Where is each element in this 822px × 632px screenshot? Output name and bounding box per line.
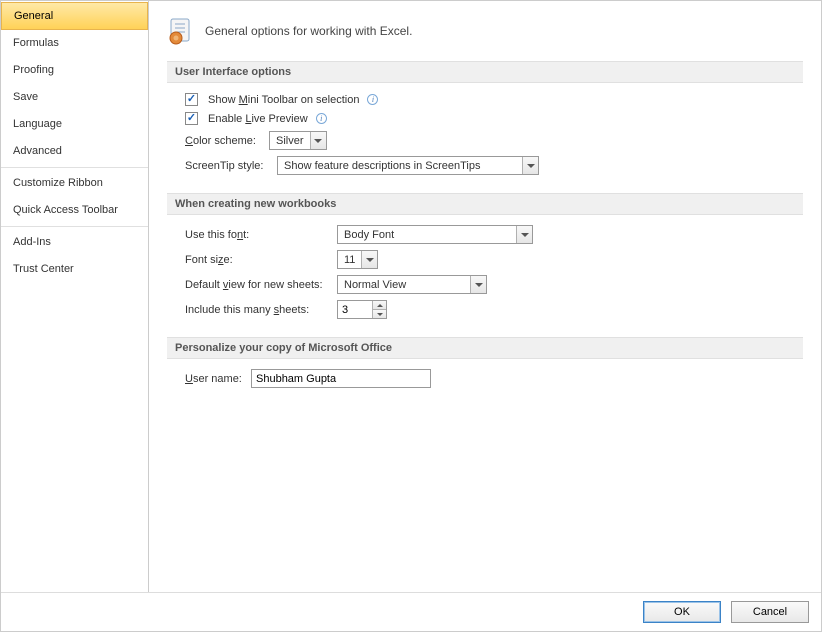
label-use-font: Use this font: (185, 229, 331, 241)
sidebar-item-proofing[interactable]: Proofing (1, 57, 148, 84)
info-icon[interactable]: i (367, 94, 378, 105)
checkbox-mini-toolbar[interactable] (185, 93, 198, 106)
select-value: Normal View (338, 279, 412, 291)
sidebar-item-label: Proofing (13, 64, 54, 76)
chevron-down-icon (522, 157, 538, 174)
input-user-name[interactable] (251, 369, 431, 388)
info-icon[interactable]: i (316, 113, 327, 124)
label-mini-toolbar: Show Mini Toolbar on selection (208, 94, 359, 106)
cancel-button[interactable]: Cancel (731, 601, 809, 623)
label-user-name: User name: (185, 373, 245, 385)
sidebar-item-label: Formulas (13, 37, 59, 49)
label-screentip: ScreenTip style: (185, 160, 271, 172)
spinner-up[interactable] (373, 301, 386, 310)
sidebar-item-label: Customize Ribbon (13, 177, 103, 189)
checkbox-live-preview[interactable] (185, 112, 198, 125)
sidebar-item-customize-ribbon[interactable]: Customize Ribbon (1, 170, 148, 197)
section-body-personalize: User name: (167, 369, 803, 400)
section-header-ui: User Interface options (167, 61, 803, 83)
sidebar-item-label: Save (13, 91, 38, 103)
sidebar-item-quick-access[interactable]: Quick Access Toolbar (1, 197, 148, 224)
sidebar-item-label: Trust Center (13, 263, 74, 275)
select-default-view[interactable]: Normal View (337, 275, 487, 294)
spinner-buttons (372, 301, 386, 318)
select-color-scheme[interactable]: Silver (269, 131, 327, 150)
select-font[interactable]: Body Font (337, 225, 533, 244)
section-header-newwb: When creating new workbooks (167, 193, 803, 215)
excel-options-dialog: General Formulas Proofing Save Language … (0, 0, 822, 632)
sidebar-item-label: Quick Access Toolbar (13, 204, 118, 216)
section-header-personalize: Personalize your copy of Microsoft Offic… (167, 337, 803, 359)
sidebar-item-trust-center[interactable]: Trust Center (1, 256, 148, 283)
chevron-down-icon (516, 226, 532, 243)
sidebar-separator (1, 226, 148, 227)
label-color-scheme: Color scheme: (185, 135, 263, 147)
sidebar-item-label: Add-Ins (13, 236, 51, 248)
select-font-size[interactable]: 11 (337, 250, 378, 269)
dialog-footer: OK Cancel (1, 592, 821, 631)
sidebar-item-addins[interactable]: Add-Ins (1, 229, 148, 256)
sidebar-item-general[interactable]: General (1, 2, 148, 30)
content-panel: General options for working with Excel. … (149, 1, 821, 592)
section-body-ui: Show Mini Toolbar on selection i Enable … (167, 93, 803, 187)
sidebar-item-label: Language (13, 118, 62, 130)
options-sidebar: General Formulas Proofing Save Language … (1, 1, 149, 592)
sidebar-separator (1, 167, 148, 168)
spinner-down[interactable] (373, 310, 386, 318)
chevron-down-icon (310, 132, 326, 149)
chevron-down-icon (361, 251, 377, 268)
sidebar-item-label: General (14, 10, 53, 22)
page-title: General options for working with Excel. (205, 24, 412, 38)
select-value: Silver (270, 135, 310, 147)
select-value: Show feature descriptions in ScreenTips (278, 160, 486, 172)
sidebar-item-formulas[interactable]: Formulas (1, 30, 148, 57)
sidebar-item-save[interactable]: Save (1, 84, 148, 111)
spinner-sheet-count[interactable] (337, 300, 387, 319)
ok-button[interactable]: OK (643, 601, 721, 623)
sidebar-item-advanced[interactable]: Advanced (1, 138, 148, 165)
label-default-view: Default view for new sheets: (185, 279, 331, 291)
label-font-size: Font size: (185, 254, 331, 266)
general-options-icon (167, 17, 195, 45)
main-area: General Formulas Proofing Save Language … (1, 1, 821, 592)
label-live-preview: Enable Live Preview (208, 113, 308, 125)
select-value: Body Font (338, 229, 400, 241)
section-body-newwb: Use this font: Body Font Font size: 11 D… (167, 225, 803, 331)
chevron-down-icon (470, 276, 486, 293)
page-header: General options for working with Excel. (167, 17, 803, 55)
spinner-input[interactable] (338, 301, 372, 318)
sidebar-item-language[interactable]: Language (1, 111, 148, 138)
label-sheet-count: Include this many sheets: (185, 304, 331, 316)
sidebar-item-label: Advanced (13, 145, 62, 157)
select-screentip-style[interactable]: Show feature descriptions in ScreenTips (277, 156, 539, 175)
select-value: 11 (338, 254, 361, 266)
